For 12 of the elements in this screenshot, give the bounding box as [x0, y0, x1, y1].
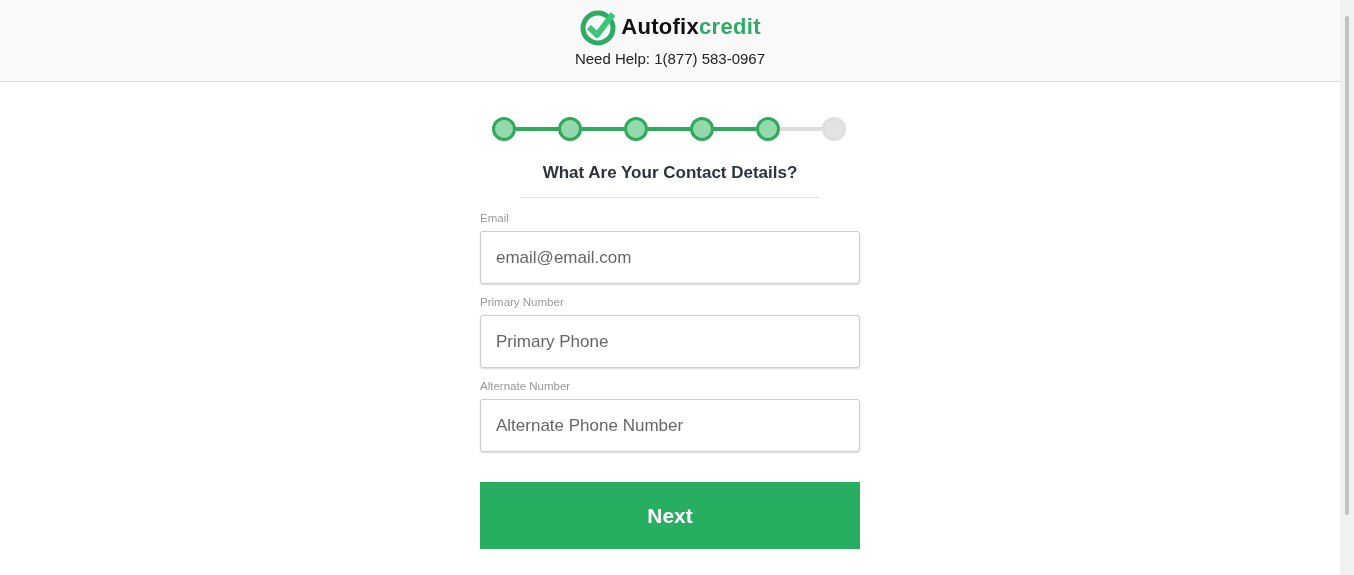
field-label: Alternate Number [480, 380, 571, 392]
input-field[interactable]: Primary Phone [480, 315, 860, 368]
scrollbar-thumb[interactable] [1345, 16, 1349, 515]
field-label: Primary Number [480, 296, 564, 308]
help-phone: Need Help: 1(877) 583-0967 [574, 50, 766, 67]
next-button[interactable]: Next [480, 482, 860, 549]
form-title: What Are Your Contact Details? [520, 163, 820, 198]
input-field[interactable]: email@email.com [480, 231, 860, 284]
input-field[interactable]: Alternate Phone Number [480, 399, 860, 452]
field-label: Email [480, 212, 509, 224]
checkmark-logo-icon [579, 8, 618, 46]
brand-name: Autofixcredit [621, 14, 761, 40]
